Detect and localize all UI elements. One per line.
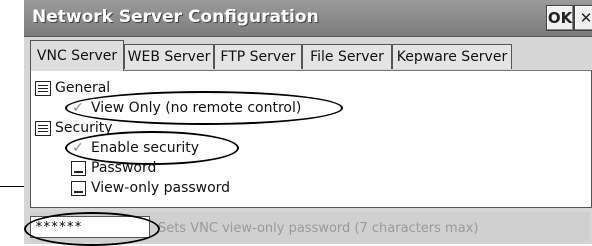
password-field-icon	[71, 181, 86, 196]
tab-strip: VNC Server WEB Server FTP Server File Se…	[24, 40, 592, 71]
tab-ftp-server[interactable]: FTP Server	[214, 44, 302, 69]
highlight-ellipse	[24, 212, 160, 246]
list-icon	[35, 81, 51, 96]
password-option[interactable]: Password	[91, 159, 156, 177]
status-bar: ****** Sets VNC view-only password (7 ch…	[24, 212, 590, 246]
tab-vnc-server[interactable]: VNC Server	[30, 40, 124, 71]
password-field-icon	[71, 161, 86, 176]
settings-tree: General ✓ View Only (no remote control) …	[30, 70, 592, 208]
window-title: Network Server Configuration	[32, 7, 319, 27]
close-button[interactable]: ✕	[574, 5, 592, 31]
title-bar: Network Server Configuration OK ✕	[24, 0, 592, 37]
view-only-password-option[interactable]: View-only password	[91, 179, 230, 197]
list-icon	[35, 121, 51, 136]
status-hint: Sets VNC view-only password (7 character…	[158, 221, 479, 236]
tab-file-server[interactable]: File Server	[302, 44, 392, 69]
config-window: Network Server Configuration OK ✕ VNC Se…	[24, 0, 592, 246]
tab-web-server[interactable]: WEB Server	[124, 44, 214, 69]
ok-button[interactable]: OK	[546, 5, 574, 31]
tab-kepware-server[interactable]: Kepware Server	[392, 44, 512, 69]
group-general-label[interactable]: General	[55, 79, 110, 97]
